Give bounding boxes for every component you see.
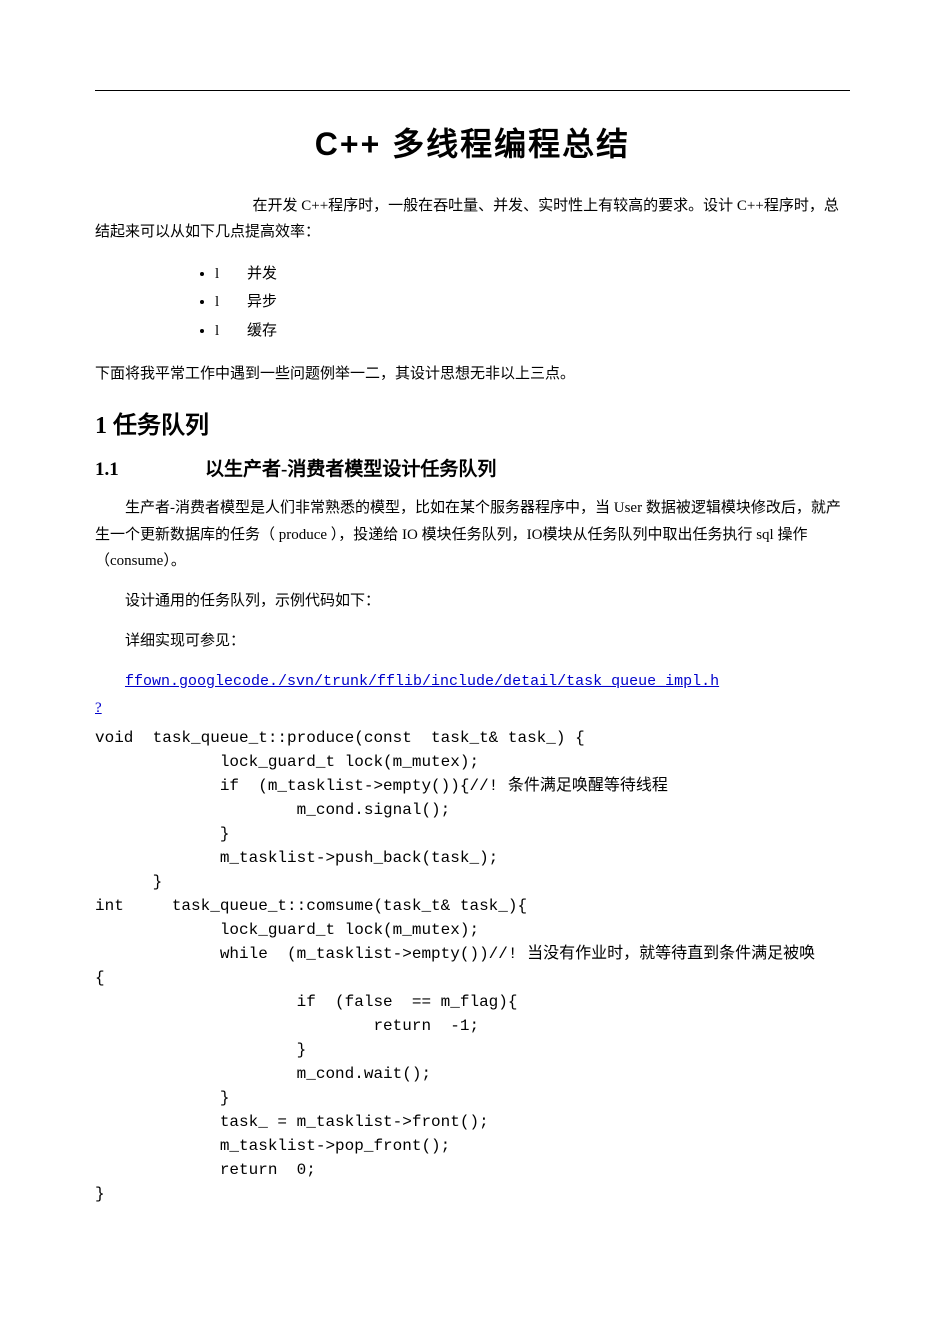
intro-text: 在开发 C++程序时，一般在吞吐量、并发、实时性上有较高的要求。设计 C++程序… xyxy=(95,198,839,240)
list-num: l xyxy=(215,317,247,346)
document-title: C++ 多线程编程总结 xyxy=(95,119,850,165)
list-label: 异步 xyxy=(247,294,277,310)
list-num: l xyxy=(215,288,247,317)
section-1-1-heading: 1.1以生产者-消费者模型设计任务队列 xyxy=(95,454,850,481)
list-item: l并发 xyxy=(215,260,850,289)
paragraph-1: 生产者-消费者模型是人们非常熟悉的模型，比如在某个服务器程序中，当 User 数… xyxy=(95,495,850,574)
intro-paragraph: 在开发 C++程序时，一般在吞吐量、并发、实时性上有较高的要求。设计 C++程序… xyxy=(95,193,850,246)
source-link[interactable]: ffown.googlecode./svn/trunk/fflib/includ… xyxy=(125,673,719,690)
list-label: 缓存 xyxy=(247,323,277,339)
link-q-line: ? xyxy=(95,696,850,722)
paragraph-2: 设计通用的任务队列，示例代码如下： xyxy=(95,588,850,614)
link-line: ffown.googlecode./svn/trunk/fflib/includ… xyxy=(95,669,850,695)
code-block: void task_queue_t::produce(const task_t&… xyxy=(95,726,850,1206)
subsection-number: 1.1 xyxy=(95,459,205,481)
subsection-title: 以生产者-消费者模型设计任务队列 xyxy=(205,459,496,480)
after-points-paragraph: 下面将我平常工作中遇到一些问题例举一二，其设计思想无非以上三点。 xyxy=(95,361,850,387)
list-num: l xyxy=(215,260,247,289)
paragraph-3: 详细实现可参见： xyxy=(95,628,850,654)
list-item: l异步 xyxy=(215,288,850,317)
top-rule xyxy=(95,90,850,91)
list-item: l缓存 xyxy=(215,317,850,346)
document-page: C++ 多线程编程总结 在开发 C++程序时，一般在吞吐量、并发、实时性上有较高… xyxy=(0,0,945,1266)
source-link-q[interactable]: ? xyxy=(95,700,102,716)
list-label: 并发 xyxy=(247,266,277,282)
bullet-list: l并发 l异步 l缓存 xyxy=(95,260,850,346)
section-1-heading: 1 任务队列 xyxy=(95,405,850,440)
